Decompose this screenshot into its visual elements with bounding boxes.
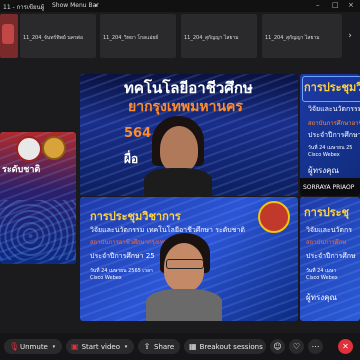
seal-icon bbox=[42, 136, 66, 160]
slide-title: การประชุ bbox=[304, 206, 350, 219]
slide-text: วิจัยและนวัตกรรม เทคโนโลยีอาชีวศึกษา ระด… bbox=[90, 226, 245, 234]
meeting-controls: 🎙 Unmute ▾ ▣ Start video ▾ ⇪ Share ▦ Bre… bbox=[0, 333, 360, 360]
slide-text: ประจำปีการศึกษา 25 bbox=[90, 252, 155, 260]
slide-text: Cisco Webex bbox=[308, 152, 340, 158]
chevron-down-icon[interactable]: ▾ bbox=[123, 343, 129, 351]
video-tile-bottom[interactable]: การประชุมวิชาการ วิจัยและนวัตกรรม เทคโนโ… bbox=[80, 197, 298, 321]
slide-text: ผู้ทรงคุณ bbox=[306, 293, 337, 302]
slide-text: ระดับชาติ bbox=[2, 165, 41, 175]
more-icon[interactable]: ⋯ bbox=[308, 339, 323, 354]
participant-thumbnail[interactable]: 11_204_สุกัญญา ไสยาม bbox=[262, 14, 342, 58]
seal-icon bbox=[16, 136, 42, 162]
slide-text: วันที่ 24 เมษายน 25 bbox=[308, 145, 353, 151]
unmute-button[interactable]: 🎙 Unmute ▾ bbox=[4, 339, 62, 354]
slide-text: วิจัยและนวัตกรรม bbox=[308, 105, 360, 113]
slide-text: 564 bbox=[124, 126, 152, 141]
slide-text: ประจำปีการศึกษา bbox=[308, 131, 360, 139]
slide-text: วิจัยและนวัตกร bbox=[306, 226, 352, 234]
reactions-icon[interactable]: ♡ bbox=[289, 339, 304, 354]
participant-name: 11_204_วิทยา โกลแอ่ยย์ bbox=[103, 35, 159, 41]
maximize-icon[interactable]: □ bbox=[332, 1, 339, 9]
participant-strip: 11_204_จันทร์ทิพย์ นครต่อ 11_204_วิทยา โ… bbox=[0, 14, 360, 58]
seal-icon bbox=[258, 201, 290, 233]
unmute-label: Unmute bbox=[20, 342, 48, 351]
close-icon[interactable]: × bbox=[348, 1, 354, 9]
window-titlebar: 11 - การเขียนผู้ Show Menu Bar ▾ – □ × bbox=[0, 0, 360, 12]
slide-title: การประชุมวิ bbox=[304, 81, 360, 94]
share-label: Share bbox=[154, 342, 175, 351]
share-button[interactable]: ⇪ Share bbox=[138, 339, 180, 354]
slide-text: Cisco Webex bbox=[90, 275, 122, 281]
participant-name: 11_204_สุกัญญา ไสยาม bbox=[265, 35, 320, 41]
slide-text: วันที่ 24 เมษายน 2565 เวลา bbox=[90, 268, 153, 274]
share-icon: ⇪ bbox=[143, 341, 151, 351]
video-tile-main[interactable]: ทคโนโลยีอาชีวศึกษ ยากรุงเทพมหานคร 564 ผื… bbox=[80, 74, 298, 196]
slide-text: วันที่ 24 เมษา bbox=[306, 268, 337, 274]
slide-text: Cisco Webex bbox=[306, 275, 338, 281]
participant-thumbnail[interactable]: 11_204_วิทยา โกลแอ่ยย์ bbox=[100, 14, 176, 58]
slide-text: สถาบันการศึกษ bbox=[306, 239, 347, 246]
minimize-icon[interactable]: – bbox=[316, 1, 320, 9]
slide-title: การประชุมวิชาการ bbox=[90, 210, 181, 223]
slide-text: สถาบันการศึกษาอาชีวศ bbox=[308, 120, 360, 127]
breakout-label: Breakout sessions bbox=[199, 342, 263, 351]
glasses-icon bbox=[166, 259, 204, 269]
window-title: 11 - การเขียนผู้ bbox=[3, 4, 45, 11]
participant-thumbnail[interactable]: 11_204_สุกัญญา ไสยาม bbox=[181, 14, 257, 58]
slide-text: ผู้ทรงคุณ bbox=[308, 166, 339, 175]
self-thumbnail[interactable] bbox=[0, 14, 18, 58]
start-video-button[interactable]: ▣ Start video ▾ bbox=[66, 339, 134, 354]
breakout-icon: ▦ bbox=[189, 341, 197, 351]
participant-name-label: SORRAYA PRIAOP bbox=[303, 184, 355, 191]
end-call-button[interactable]: ✕ bbox=[338, 339, 353, 354]
emoji-icon[interactable]: ☺ bbox=[270, 339, 285, 354]
video-off-icon: ▣ bbox=[71, 341, 79, 351]
slide-text: ผื่อ bbox=[124, 152, 139, 166]
chevron-down-icon[interactable]: ▾ bbox=[51, 343, 57, 351]
chevron-down-icon[interactable]: ▾ bbox=[92, 2, 100, 10]
slide-text: ประจำปีการศึกษ bbox=[306, 252, 356, 260]
breakout-sessions-button[interactable]: ▦ Breakout sessions bbox=[184, 339, 266, 354]
chevron-right-icon[interactable]: › bbox=[346, 32, 354, 41]
mic-muted-icon: 🎙 bbox=[9, 341, 20, 351]
start-video-label: Start video bbox=[81, 342, 121, 351]
participant-name: 11_204_สุกัญญา ไสยาม bbox=[184, 35, 239, 41]
video-tile-left[interactable]: ระดับชาติ bbox=[0, 132, 76, 264]
participant-thumbnail[interactable]: 11_204_จันทร์ทิพย์ นครต่อ bbox=[20, 14, 96, 58]
slide-text: ยากรุงเทพมหานคร bbox=[128, 99, 243, 115]
participant-name: 11_204_จันทร์ทิพย์ นครต่อ bbox=[23, 35, 84, 41]
video-tile-bottom-right[interactable]: การประชุ วิจัยและนวัตกร สถาบันการศึกษ ปร… bbox=[300, 197, 360, 321]
video-tile-right[interactable]: การประชุมวิ วิจัยและนวัตกรรม สถาบันการศึ… bbox=[300, 74, 360, 196]
